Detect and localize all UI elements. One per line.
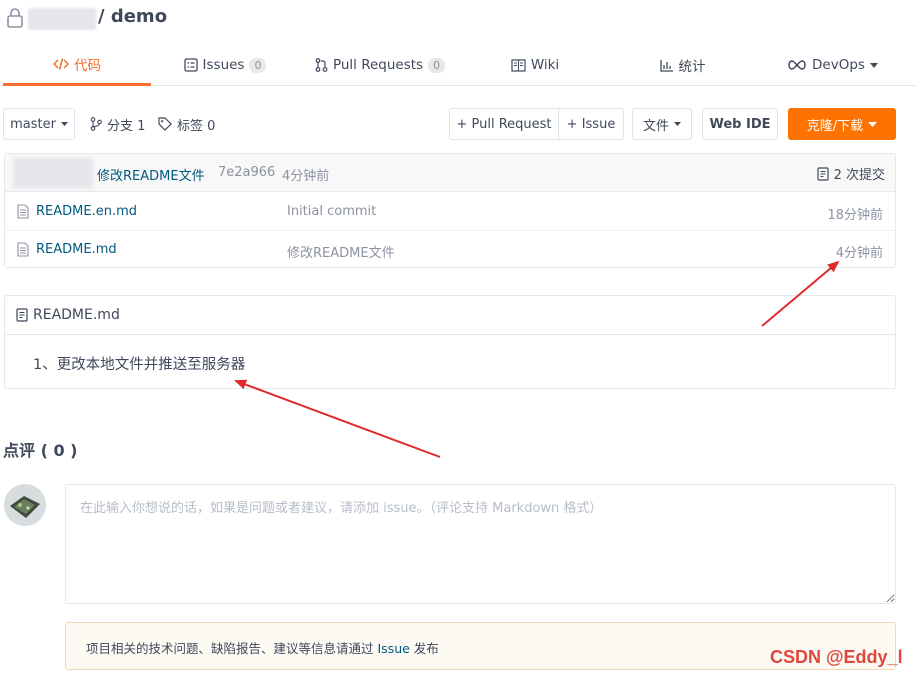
avatar[interactable] [4,484,46,526]
chevron-down-icon [869,62,878,68]
readme-file-icon [16,308,28,322]
chevron-down-icon [60,122,68,126]
file-name[interactable]: README.en.md [36,204,137,219]
tab-stats-label: 统计 [678,59,706,75]
latest-commit-message[interactable]: 修改README文件 [97,165,205,184]
repo-owner-redacted[interactable] [28,8,96,30]
new-issue-button[interactable]: + Issue [558,108,624,140]
latest-commit-time: 4分钟前 [282,169,330,184]
tab-wiki-label: Wiki [530,57,560,73]
pull-request-icon [315,58,328,72]
annotation-arrow [234,379,441,458]
chevron-down-icon [674,122,681,126]
csdn-watermark: CSDN @Eddy_l [770,647,903,667]
file-icon [17,242,29,257]
committer-avatar-redacted[interactable] [13,158,93,188]
tab-wiki[interactable]: Wiki [495,44,575,86]
code-icon [53,57,69,70]
tab-pull-requests-label: Pull Requests [332,57,424,73]
file-icon [17,204,29,219]
readme-content: 1、更改本地文件并推送至服务器 [33,357,246,373]
web-ide-button[interactable]: Web IDE [702,108,778,140]
branch-icon [90,117,102,131]
tab-devops-label: DevOps [812,57,865,73]
tab-issues[interactable]: Issues 0 [170,44,280,86]
commit-count-label: 2 次提交 [833,168,885,183]
file-commit-message[interactable]: Initial commit [287,204,376,219]
repo-toolbar: master 分支 1 标签 0 + Pull Request + Issue … [0,108,916,142]
file-commit-message[interactable]: 修改README文件 [287,242,395,261]
avatar-image [4,484,46,526]
file-commit-time: 4分钟前 [835,246,883,261]
file-menu-label: 文件 [642,118,669,134]
notice-suffix: 发布 [409,641,439,656]
branches-label: 分支 1 [107,118,146,134]
file-menu-button[interactable]: 文件 [632,108,692,140]
tab-issues-label: Issues [202,57,245,73]
tab-code[interactable]: 代码 [3,44,151,86]
latest-commit-row: 修改README文件 7e2a966 4分钟前 2 次提交 [5,154,895,192]
tags-label: 标签 0 [177,118,216,134]
commits-icon [816,166,829,181]
stats-icon [659,59,673,72]
file-row[interactable]: README.en.md Initial commit 18分钟前 [5,193,895,231]
comment-input[interactable] [65,484,896,604]
repo-header: / demo [0,0,916,36]
tags-link[interactable]: 标签 0 [158,108,215,140]
file-list: 修改README文件 7e2a966 4分钟前 2 次提交 README.en.… [4,153,896,268]
file-commit-time: 18分钟前 [827,208,883,223]
readme-header: README.md [5,296,895,335]
tab-stats[interactable]: 统计 [640,44,725,86]
notice-prefix: 项目相关的技术问题、缺陷报告、建议等信息请通过 [86,641,378,656]
tab-devops[interactable]: DevOps [780,44,885,86]
clone-download-label: 克隆/下载 [806,118,864,134]
readme-panel: README.md 1、更改本地文件并推送至服务器 [4,295,896,389]
comments-title: 点评 ( 0 ) [3,441,78,460]
devops-icon [788,60,806,70]
chevron-down-icon [868,121,878,127]
tab-code-label: 代码 [74,57,101,74]
wiki-icon [511,58,526,72]
commit-count-link[interactable]: 2 次提交 [816,164,885,183]
tab-pull-requests[interactable]: Pull Requests 0 [305,44,455,86]
file-name[interactable]: README.md [36,242,117,257]
repo-name[interactable]: / demo [98,6,167,27]
lock-icon [7,8,23,28]
tag-icon [158,117,172,131]
issues-icon [183,58,198,72]
issues-count-badge: 0 [249,57,267,73]
new-pull-request-button[interactable]: + Pull Request [449,108,559,140]
latest-commit-sha[interactable]: 7e2a966 [218,165,275,180]
readme-title: README.md [33,307,120,323]
branch-select-value: master [10,116,56,132]
branch-select[interactable]: master [3,108,75,140]
repo-tabs: 代码 Issues 0 Pull Requests 0 Wiki 统计 DevO… [0,44,916,86]
pull-requests-count-badge: 0 [428,57,446,73]
branches-link[interactable]: 分支 1 [90,108,145,140]
clone-download-button[interactable]: 克隆/下载 [788,108,896,140]
issue-link[interactable]: Issue [377,641,409,656]
file-row[interactable]: README.md 修改README文件 4分钟前 [5,231,895,269]
